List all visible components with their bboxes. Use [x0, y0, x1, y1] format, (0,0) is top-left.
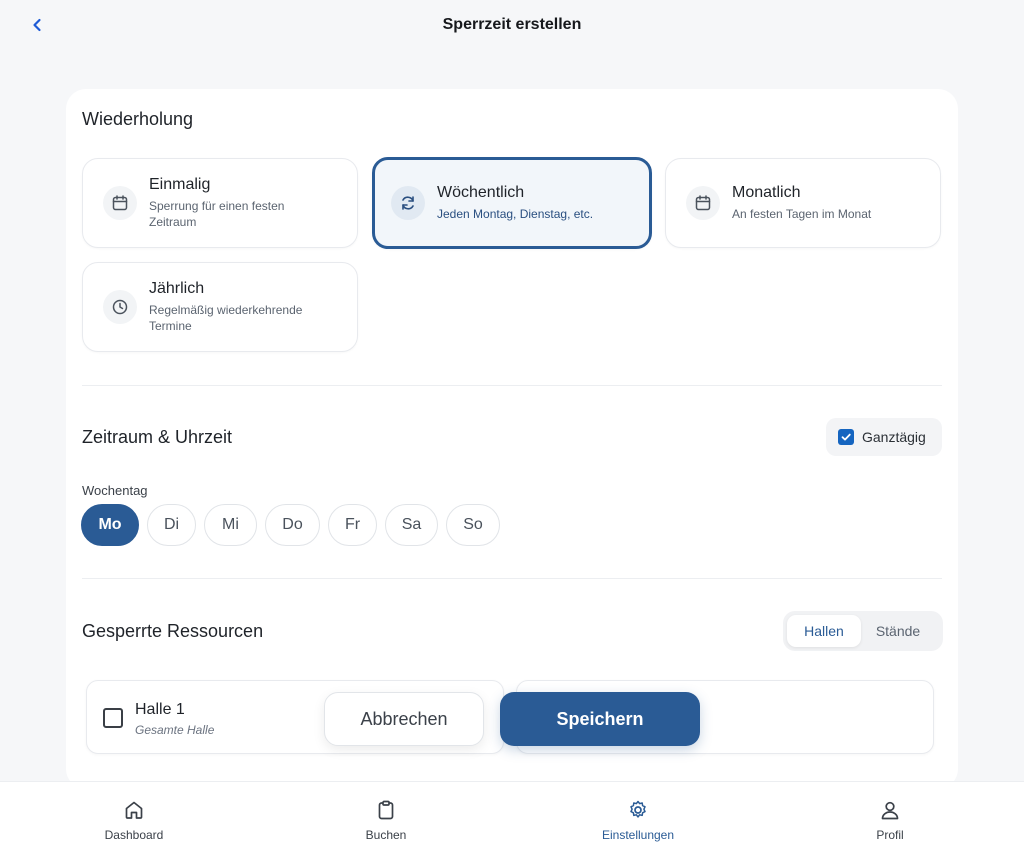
bottom-tab-bar: Dashboard Buchen Einstellungen Profil	[0, 781, 1024, 858]
calendar-icon	[103, 186, 137, 220]
weekday-label: Wochentag	[82, 483, 148, 498]
tab-profil[interactable]: Profil	[800, 782, 980, 858]
weekday-di[interactable]: Di	[147, 504, 196, 546]
clock-icon	[103, 290, 137, 324]
clipboard-icon	[378, 800, 394, 820]
repeat-section-title: Wiederholung	[82, 109, 194, 129]
refresh-icon	[391, 186, 425, 220]
repeat-option-title: Jährlich	[149, 280, 205, 297]
repeat-option-title: Monatlich	[732, 184, 801, 201]
tab-label: Profil	[876, 828, 904, 842]
user-icon	[881, 801, 899, 820]
section-divider	[82, 385, 942, 386]
repeat-option-weekly[interactable]: Wöchentlich Jeden Montag, Dienstag, etc.	[372, 157, 652, 249]
repeat-option-desc: Regelmäßig wiederkehrende Termine	[149, 303, 303, 333]
repeat-option-once[interactable]: Einmalig Sperrung für einen festen Zeitr…	[82, 158, 358, 248]
weekday-mi[interactable]: Mi	[204, 504, 257, 546]
page-title: Sperrzeit erstellen	[442, 16, 582, 33]
repeat-option-title: Einmalig	[149, 176, 211, 193]
all-day-checkbox[interactable]	[838, 429, 854, 445]
repeat-option-yearly[interactable]: Jährlich Regelmäßig wiederkehrende Termi…	[82, 262, 358, 352]
tab-dashboard[interactable]: Dashboard	[44, 782, 224, 858]
tab-buchen[interactable]: Buchen	[296, 782, 476, 858]
all-day-label: Ganztägig	[862, 429, 926, 445]
all-day-toggle[interactable]: Ganztägig	[826, 418, 942, 456]
resources-section-title: Gesperrte Ressourcen	[82, 621, 264, 641]
weekday-sa[interactable]: Sa	[385, 504, 438, 546]
tab-label: Dashboard	[104, 828, 164, 842]
repeat-option-desc: An festen Tagen im Monat	[732, 207, 872, 221]
section-divider	[82, 578, 942, 579]
back-button[interactable]	[24, 12, 50, 38]
tab-label: Buchen	[365, 828, 407, 842]
resource-checkbox[interactable]	[103, 708, 123, 728]
tab-einstellungen[interactable]: Einstellungen	[548, 782, 728, 858]
chevron-left-icon	[33, 18, 41, 32]
weekday-mo[interactable]: Mo	[81, 504, 139, 546]
check-icon	[841, 433, 851, 441]
time-section-title: Zeitraum & Uhrzeit	[82, 427, 233, 447]
tab-halls[interactable]: Hallen	[787, 615, 861, 647]
gear-icon	[630, 800, 646, 818]
calendar-icon	[686, 186, 720, 220]
top-bar: Sperrzeit erstellen	[0, 0, 1024, 50]
cancel-button[interactable]: Abbrechen	[324, 692, 484, 746]
repeat-option-monthly[interactable]: Monatlich An festen Tagen im Monat	[665, 158, 941, 248]
home-icon	[125, 801, 143, 819]
save-button[interactable]: Speichern	[500, 692, 700, 746]
tab-label: Einstellungen	[601, 828, 675, 842]
weekday-do[interactable]: Do	[265, 504, 320, 546]
resource-title: Halle 1	[135, 701, 185, 718]
repeat-option-desc: Jeden Montag, Dienstag, etc.	[437, 207, 594, 221]
repeat-option-desc: Sperrung für einen festen Zeitraum	[149, 199, 285, 229]
resource-type-switch: Hallen Stände	[783, 611, 943, 651]
resource-subtitle: Gesamte Halle	[135, 723, 215, 737]
weekday-fr[interactable]: Fr	[328, 504, 377, 546]
tab-stands[interactable]: Stände	[861, 615, 935, 647]
repeat-option-title: Wöchentlich	[437, 184, 525, 201]
weekday-so[interactable]: So	[446, 504, 500, 546]
